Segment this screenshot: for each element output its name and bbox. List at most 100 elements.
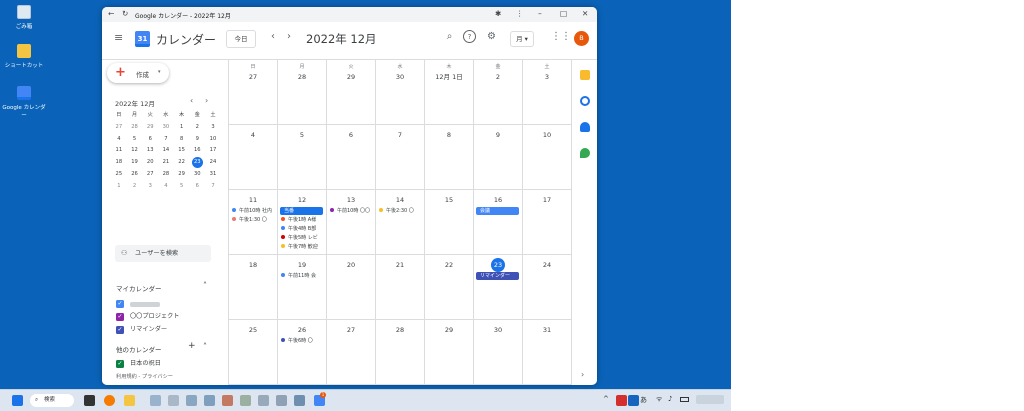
- day-cell[interactable]: 29: [425, 320, 474, 385]
- mini-day[interactable]: 11: [111, 145, 127, 157]
- day-number[interactable]: 29: [425, 323, 473, 337]
- calendar-event[interactable]: 午後1時 A様: [280, 216, 323, 224]
- day-number[interactable]: 2: [474, 70, 522, 84]
- calendar-event[interactable]: リマインダー: [476, 272, 519, 280]
- mini-day[interactable]: 28: [127, 122, 143, 134]
- calendar-event[interactable]: 午前10時 〇〇: [329, 207, 372, 215]
- maximize-icon[interactable]: □: [560, 9, 567, 18]
- mini-day[interactable]: 27: [142, 169, 158, 181]
- day-cell[interactable]: 18: [229, 255, 278, 320]
- mini-day[interactable]: 1: [174, 122, 190, 134]
- calendar-event[interactable]: 午後1:30 〇: [231, 216, 274, 224]
- day-cell[interactable]: 7: [376, 125, 425, 190]
- day-number[interactable]: 19: [278, 258, 326, 272]
- day-number[interactable]: 12月 1日: [425, 70, 473, 84]
- mini-day[interactable]: 19: [127, 157, 143, 169]
- day-number[interactable]: 20: [327, 258, 375, 272]
- day-cell[interactable]: 24: [523, 255, 572, 320]
- mini-day[interactable]: 2: [189, 122, 205, 134]
- my-calendars-heading[interactable]: マイカレンダー: [116, 283, 162, 293]
- day-cell[interactable]: 25: [229, 320, 278, 385]
- taskbar-app-icon[interactable]: [168, 395, 179, 406]
- mini-day[interactable]: 12: [127, 145, 143, 157]
- mini-day[interactable]: 24: [205, 157, 221, 169]
- day-number[interactable]: 12: [278, 193, 326, 207]
- calendar-event[interactable]: 午後2:30 〇: [378, 207, 421, 215]
- start-icon[interactable]: [12, 395, 23, 406]
- day-number[interactable]: 3: [523, 70, 571, 84]
- mini-day[interactable]: 3: [205, 122, 221, 134]
- wifi-icon[interactable]: ᯤ: [656, 395, 662, 404]
- extension-icon[interactable]: ✱: [495, 9, 501, 18]
- mini-day[interactable]: 30: [189, 169, 205, 181]
- day-number[interactable]: 30: [474, 323, 522, 337]
- settings-gear-icon[interactable]: ⚙: [485, 30, 498, 43]
- mini-day[interactable]: 29: [142, 122, 158, 134]
- mini-day[interactable]: 14: [158, 145, 174, 157]
- taskbar-app-icon[interactable]: [186, 395, 197, 406]
- collapse-chevron-icon[interactable]: ˄: [203, 281, 207, 290]
- mini-day[interactable]: 31: [205, 169, 221, 181]
- day-cell[interactable]: 水 30: [376, 60, 425, 125]
- maps-icon[interactable]: [580, 148, 590, 158]
- today-button[interactable]: 今日: [226, 30, 256, 48]
- day-cell[interactable]: 4: [229, 125, 278, 190]
- chevron-up-icon[interactable]: ^: [603, 395, 609, 403]
- mini-day[interactable]: 5: [174, 181, 190, 193]
- calendar-event[interactable]: 午後4時 B部: [280, 225, 323, 233]
- mini-day[interactable]: 4: [111, 134, 127, 146]
- calendar-event[interactable]: 午前10時 社内: [231, 207, 274, 215]
- calendar-event[interactable]: 午後6時 〇: [280, 337, 323, 345]
- tasks-icon[interactable]: [580, 96, 590, 106]
- help-icon[interactable]: ?: [463, 30, 476, 43]
- taskbar-app-icon[interactable]: [204, 395, 215, 406]
- day-number[interactable]: 8: [425, 128, 473, 142]
- mini-day[interactable]: 17: [205, 145, 221, 157]
- day-number[interactable]: 29: [327, 70, 375, 84]
- tray-app-icon[interactable]: [616, 395, 627, 406]
- day-cell[interactable]: 土3: [523, 60, 572, 125]
- keep-icon[interactable]: [580, 70, 590, 80]
- day-number[interactable]: 25: [229, 323, 277, 337]
- other-calendars-heading[interactable]: 他のカレンダー: [116, 344, 162, 354]
- create-button[interactable]: + 作成 ▾: [107, 63, 169, 83]
- mini-day[interactable]: 29: [174, 169, 190, 181]
- taskbar-app-icon[interactable]: [222, 395, 233, 406]
- recycle-bin-shortcut[interactable]: ごみ箱: [0, 5, 48, 30]
- day-cell[interactable]: 日 27: [229, 60, 278, 125]
- mini-day[interactable]: 26: [127, 169, 143, 181]
- taskbar-search[interactable]: ⌕ 検索: [30, 394, 74, 407]
- mini-day[interactable]: 8: [174, 134, 190, 146]
- mini-day[interactable]: 20: [142, 157, 158, 169]
- back-icon[interactable]: ←: [108, 9, 114, 18]
- view-select[interactable]: 月 ▾: [510, 31, 534, 47]
- day-number[interactable]: 7: [376, 128, 424, 142]
- search-users-input[interactable]: ⚇ ユーザーを検索: [115, 245, 211, 262]
- taskbar-app-icon[interactable]: [276, 395, 287, 406]
- day-number[interactable]: 6: [327, 128, 375, 142]
- mini-day[interactable]: 21: [158, 157, 174, 169]
- day-cell[interactable]: 火 29: [327, 60, 376, 125]
- day-cell[interactable]: 木 12月 1日: [425, 60, 474, 125]
- mini-day[interactable]: 30: [158, 122, 174, 134]
- taskbar-app-icon[interactable]: [150, 395, 161, 406]
- mini-day[interactable]: 16: [189, 145, 205, 157]
- expand-panel-icon[interactable]: ›: [581, 370, 584, 379]
- close-icon[interactable]: ✕: [582, 9, 588, 18]
- google-calendar-shortcut[interactable]: Google カレンダー: [0, 86, 48, 119]
- day-cell[interactable]: 月 28: [278, 60, 327, 125]
- day-cell[interactable]: 12 当番 午後1時 A様 午後4時 B部 午後5時 レビ 午後7時 歓迎: [278, 190, 327, 255]
- day-number[interactable]: 5: [278, 128, 326, 142]
- mini-day[interactable]: 25: [111, 169, 127, 181]
- calendar-event[interactable]: 午後5時 レビ: [280, 234, 323, 242]
- checkbox[interactable]: ✓: [116, 360, 124, 368]
- mini-day[interactable]: 7: [205, 181, 221, 193]
- ime-indicator[interactable]: あ: [640, 395, 647, 405]
- day-cell[interactable]: 6: [327, 125, 376, 190]
- file-explorer-icon[interactable]: [124, 395, 135, 406]
- mini-day[interactable]: 1: [111, 181, 127, 193]
- day-number[interactable]: 30: [376, 70, 424, 84]
- day-cell[interactable]: 17: [523, 190, 572, 255]
- mini-day[interactable]: 6: [142, 134, 158, 146]
- more-vert-icon[interactable]: ⋮: [516, 9, 524, 18]
